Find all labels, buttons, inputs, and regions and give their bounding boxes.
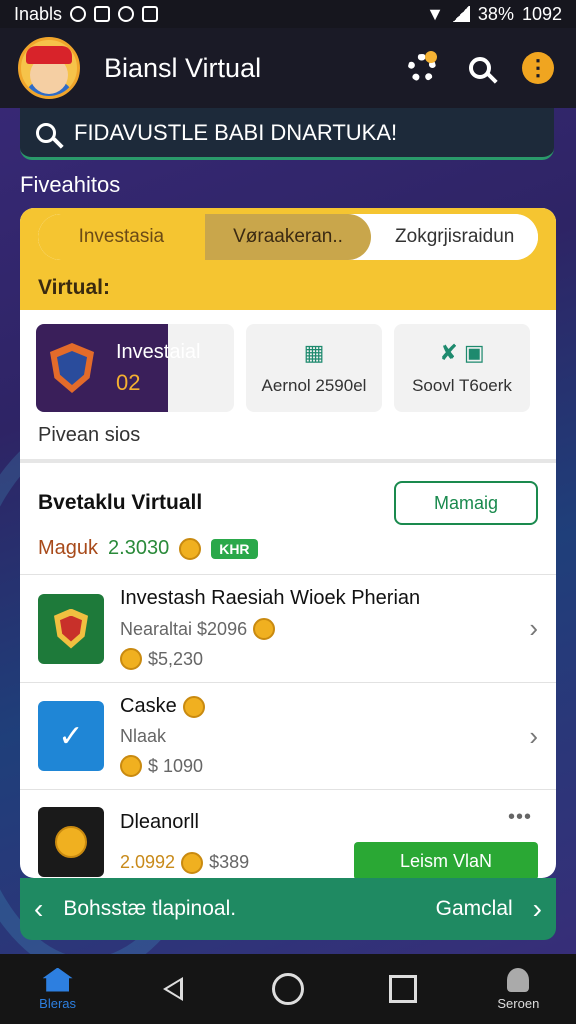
carrier-label: Inabls	[14, 3, 63, 24]
banner-action[interactable]: Gamclal	[436, 897, 513, 921]
previews-label: Pivean sios	[20, 412, 556, 463]
clock: 1092	[521, 3, 562, 24]
nav-recents[interactable]	[363, 975, 443, 1003]
item-title: Investash Raesiah Wioek Pherian	[120, 587, 421, 609]
search-bar[interactable]: FIDAVUSTLE BABI DNARTUKA!	[20, 108, 554, 160]
tabs-area: Investasia Vøraakeran.. Zokgrjisraidun V…	[20, 208, 556, 310]
settings-button[interactable]	[402, 48, 442, 88]
status-bar: Inabls ▼ 38% 1092	[0, 0, 576, 28]
manage-button[interactable]: Mamaig	[394, 481, 538, 525]
more-vertical-icon: ⋮	[522, 52, 554, 84]
item-title: Caske	[120, 695, 177, 717]
item-value: 2.0992	[120, 852, 176, 872]
chevron-right-icon[interactable]: ›	[533, 893, 542, 925]
list-item[interactable]: ✓ Caske Nlaak $ 1090 ›	[20, 683, 556, 790]
tab-voraakeran[interactable]: Vøraakeran..	[204, 214, 372, 260]
item-title: Dleanorll	[120, 810, 199, 833]
tab-bar: Investasia Vøraakeran.. Zokgrjisraidun	[38, 214, 538, 260]
magic-value: 2.3030	[108, 537, 170, 559]
list-title: Bvetaklu Virtuall	[38, 491, 203, 514]
shield-icon	[38, 593, 104, 664]
chevron-right-icon[interactable]: ›	[529, 721, 538, 752]
item-price: $389	[209, 852, 250, 872]
list-header: Bvetaklu Virtuall Mamaig	[20, 463, 556, 525]
learn-button[interactable]: Leism VlaN	[354, 842, 538, 878]
nav-back[interactable]	[133, 977, 213, 1001]
more-horizontal-icon[interactable]: •••	[508, 806, 532, 829]
tile-aernol[interactable]: ▦ Aernol 2590el	[246, 324, 382, 412]
camera-icon	[118, 6, 135, 22]
gear-coin-icon	[179, 537, 202, 560]
avatar[interactable]	[18, 37, 80, 99]
item-price: $5,230	[148, 648, 204, 669]
circle-icon	[271, 973, 304, 1005]
magic-label: Maguk	[38, 537, 99, 559]
app-title: Biansl Virtual	[104, 52, 262, 83]
tile-investaial[interactable]: Investaial 02	[36, 324, 234, 412]
section-label: Fiveahitos	[20, 172, 121, 197]
nav-settings-label: Seroen	[497, 995, 540, 1011]
tile-title: Investaial	[116, 340, 201, 363]
tile-label: Soovl T6oerk	[412, 376, 512, 395]
tile-soovl[interactable]: ✘ ▣ Soovl T6oerk	[394, 324, 530, 412]
gear-coin-icon	[182, 695, 205, 718]
coin-stack-icon	[120, 755, 142, 777]
list-item[interactable]: Dleanorll 2.0992 $389 ••• Leism VlaN	[20, 790, 556, 878]
search-button[interactable]	[460, 48, 500, 88]
tools-icon: ✘ ▣	[439, 340, 485, 365]
item-price: $ 1090	[148, 755, 204, 776]
image-icon	[142, 6, 159, 22]
document-icon	[94, 6, 111, 22]
magic-row: Maguk 2.3030 KHR	[20, 525, 556, 575]
tiles-row: Investaial 02 ▦ Aernol 2590el ✘ ▣ Soovl …	[20, 310, 556, 412]
nav-home-circle[interactable]	[248, 973, 328, 1005]
navigation-bar: Bleras Seroen	[0, 954, 576, 1024]
item-subtitle: Nearaltai $2096	[120, 618, 248, 639]
shield-icon	[50, 343, 94, 393]
nav-settings[interactable]: Seroen	[478, 967, 558, 1011]
wifi-icon: ▼	[426, 3, 444, 24]
gems-icon	[38, 807, 104, 877]
bottom-banner: ‹ Bohsstæ tlapinoal. Gamclal ›	[20, 878, 556, 940]
list-item[interactable]: Investash Raesiah Wioek Pherian Nearalta…	[20, 575, 556, 683]
home-icon	[42, 967, 73, 992]
chevron-right-icon[interactable]: ›	[529, 613, 538, 644]
currency-badge: KHR	[211, 538, 258, 559]
tile-label: Aernol 2590el	[261, 376, 367, 395]
search-text: FIDAVUSTLE BABI DNARTUKA!	[74, 119, 398, 145]
chevron-left-icon[interactable]: ‹	[34, 893, 43, 925]
main-card: Investasia Vøraakeran.. Zokgrjisraidun V…	[20, 208, 556, 878]
banner-text: Bohsstæ tlapinoal.	[63, 897, 237, 920]
search-icon	[36, 122, 56, 143]
tile-value: 02	[116, 369, 141, 395]
coin-icon	[120, 648, 142, 670]
nav-home[interactable]: Bleras	[18, 967, 98, 1011]
person-icon	[507, 967, 530, 992]
gear-icon	[408, 51, 437, 82]
record-icon	[70, 6, 87, 22]
signal-icon	[451, 6, 470, 22]
item-subtitle: Nlaak	[120, 726, 167, 746]
coin-icon	[253, 618, 276, 640]
square-icon	[389, 975, 418, 1003]
virtual-label: Virtual:	[38, 276, 110, 299]
search-icon	[469, 57, 491, 79]
table-icon: ▦	[303, 340, 325, 365]
nav-home-label: Bleras	[39, 995, 77, 1011]
battery-label: 38%	[477, 3, 514, 24]
coin-icon	[181, 851, 204, 874]
more-button[interactable]: ⋮	[518, 48, 558, 88]
tab-zokgrjisraidun[interactable]: Zokgrjisraidun	[371, 214, 538, 260]
app-header: Biansl Virtual ⋮	[0, 28, 576, 108]
verified-shield-icon: ✓	[38, 701, 104, 771]
back-icon	[162, 977, 183, 1001]
tab-investasia[interactable]: Investasia	[38, 214, 205, 260]
